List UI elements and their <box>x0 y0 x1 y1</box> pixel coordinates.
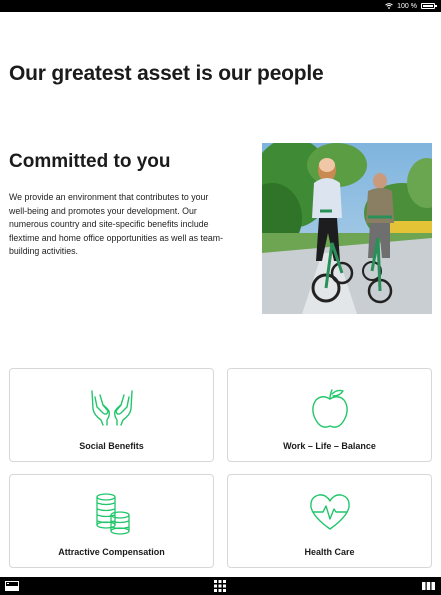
battery-percent: 100 % <box>397 2 417 10</box>
page-title: Our greatest asset is our people <box>9 62 324 85</box>
page-view-icon[interactable] <box>422 582 435 590</box>
status-bar: 100 % <box>0 0 441 12</box>
heart-pulse-icon <box>309 494 350 530</box>
battery-icon <box>421 3 437 9</box>
status-indicators: 100 % <box>385 0 437 12</box>
section-title: Committed to you <box>9 151 171 172</box>
card-label: Work – Life – Balance <box>283 441 376 451</box>
grid-icon[interactable] <box>214 580 226 592</box>
card-health-care[interactable]: Health Care <box>227 474 432 568</box>
bottom-toolbar <box>0 577 441 595</box>
open-hands-icon <box>90 390 133 426</box>
card-social-benefits[interactable]: Social Benefits <box>9 368 214 462</box>
library-icon[interactable] <box>5 581 19 591</box>
cyclists-photo <box>262 143 432 314</box>
card-label: Health Care <box>304 547 355 557</box>
apple-icon <box>311 389 348 428</box>
wifi-icon <box>385 3 393 9</box>
section-body: We provide an environment that contribut… <box>9 192 224 257</box>
coin-stacks-icon <box>95 493 130 535</box>
card-attractive-compensation[interactable]: Attractive Compensation <box>9 474 214 568</box>
card-work-life-balance[interactable]: Work – Life – Balance <box>227 368 432 462</box>
card-label: Social Benefits <box>79 441 144 451</box>
card-label: Attractive Compensation <box>58 547 165 557</box>
